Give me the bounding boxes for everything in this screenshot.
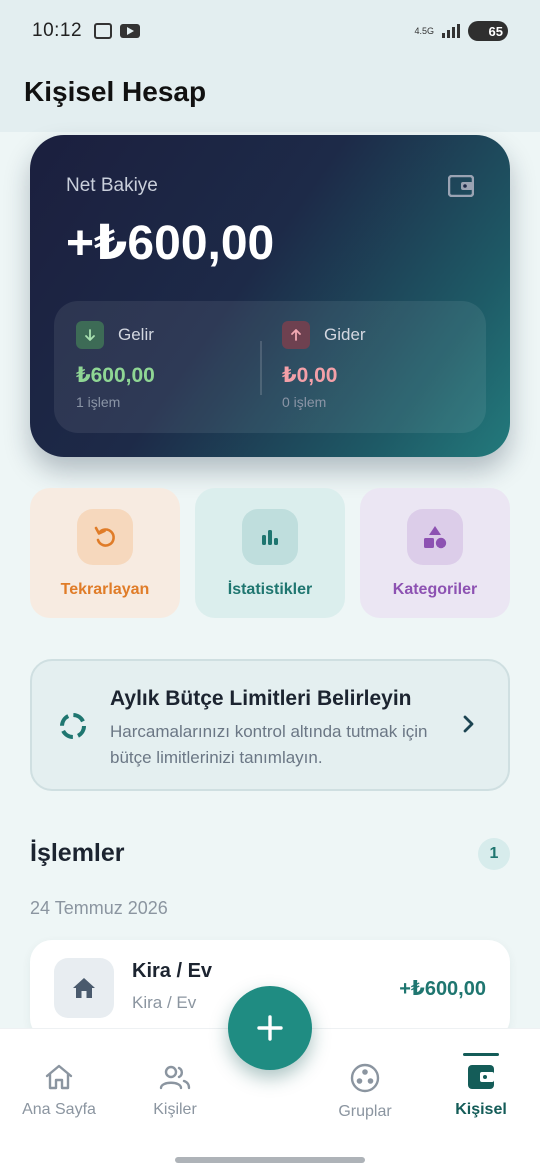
home-icon [45,1064,73,1090]
arrow-up-icon [282,321,310,349]
battery-level: 65 [488,23,503,39]
expense-amount: ₺0,00 [282,364,338,387]
balance-amount: +₺600,00 [66,217,275,270]
quick-actions: Tekrarlayan İstatistikler Kategoriler [30,488,510,618]
status-notification-icons [94,23,141,39]
nav-personal-label: Kişisel [455,1101,507,1118]
add-transaction-button[interactable] [228,986,312,1070]
status-time: 10:12 [32,20,83,41]
plus-icon [257,1015,283,1041]
transactions-count-badge: 1 [478,838,510,870]
divider [260,341,262,395]
status-bar: 10:12 4.5G 65 [0,0,540,62]
recurring-button[interactable]: Tekrarlayan [30,488,180,618]
page-title: Kişisel Hesap [24,76,207,107]
people-icon [159,1065,191,1090]
active-tab-indicator [463,1053,499,1056]
bar-chart-icon [242,509,298,565]
wallet-icon [468,1065,494,1089]
recurring-label: Tekrarlayan [60,581,150,598]
transactions-title: İşlemler [30,839,125,867]
nav-home-label: Ana Sayfa [22,1101,96,1118]
shapes-icon [407,509,463,565]
budget-limits-card[interactable]: Aylık Bütçe Limitleri Belirleyin Harcama… [30,659,510,791]
income-count: 1 işlem [76,394,121,410]
income-expense-panel: Gelir ₺600,00 1 işlem Gider ₺0,00 0 işle… [54,301,486,433]
categories-label: Kategoriler [392,581,478,598]
nav-people[interactable]: Kişiler [120,1063,230,1119]
categories-button[interactable]: Kategoriler [360,488,510,618]
income-summary: Gelir ₺600,00 1 işlem [76,321,155,410]
transaction-amount: +₺600,00 [399,978,486,1000]
nav-home[interactable]: Ana Sayfa [4,1063,114,1119]
repeat-icon [77,509,133,565]
arrow-down-icon [76,321,104,349]
groups-icon [350,1063,380,1093]
nav-personal[interactable]: Kişisel [426,1063,536,1119]
transaction-date-header: 24 Temmuz 2026 [30,898,168,918]
statistics-label: İstatistikler [227,581,313,598]
home-icon [54,958,114,1018]
expense-count: 0 işlem [282,394,327,410]
screenshot-icon [94,23,113,39]
signal-icon [442,24,460,38]
network-type: 4.5G [414,25,434,36]
gesture-bar [175,1157,365,1163]
expense-label: Gider [324,325,366,344]
expense-summary: Gider ₺0,00 0 işlem [282,321,366,410]
budget-title: Aylık Bütçe Limitleri Belirleyin [110,687,412,710]
income-amount: ₺600,00 [76,364,155,387]
balance-card: Net Bakiye +₺600,00 Gelir ₺600,00 1 işle… [30,135,510,457]
nav-groups-label: Gruplar [338,1103,392,1120]
transaction-name: Kira / Ev [132,960,213,982]
statistics-button[interactable]: İstatistikler [195,488,345,618]
income-label: Gelir [118,325,154,344]
chevron-right-icon [463,715,474,733]
budget-description: Harcamalarınızı kontrol altında tutmak i… [110,722,428,767]
battery-indicator: 65 [468,21,508,41]
wallet-icon [448,175,474,197]
app-header: Kişisel Hesap [0,62,540,132]
transaction-category: Kira / Ev [132,993,197,1012]
nav-groups[interactable]: Gruplar [310,1063,420,1121]
loading-circle-icon [60,713,86,739]
balance-label: Net Bakiye [66,175,158,196]
status-right: 4.5G 65 [414,21,508,41]
nav-people-label: Kişiler [153,1101,197,1118]
youtube-icon [120,24,141,38]
